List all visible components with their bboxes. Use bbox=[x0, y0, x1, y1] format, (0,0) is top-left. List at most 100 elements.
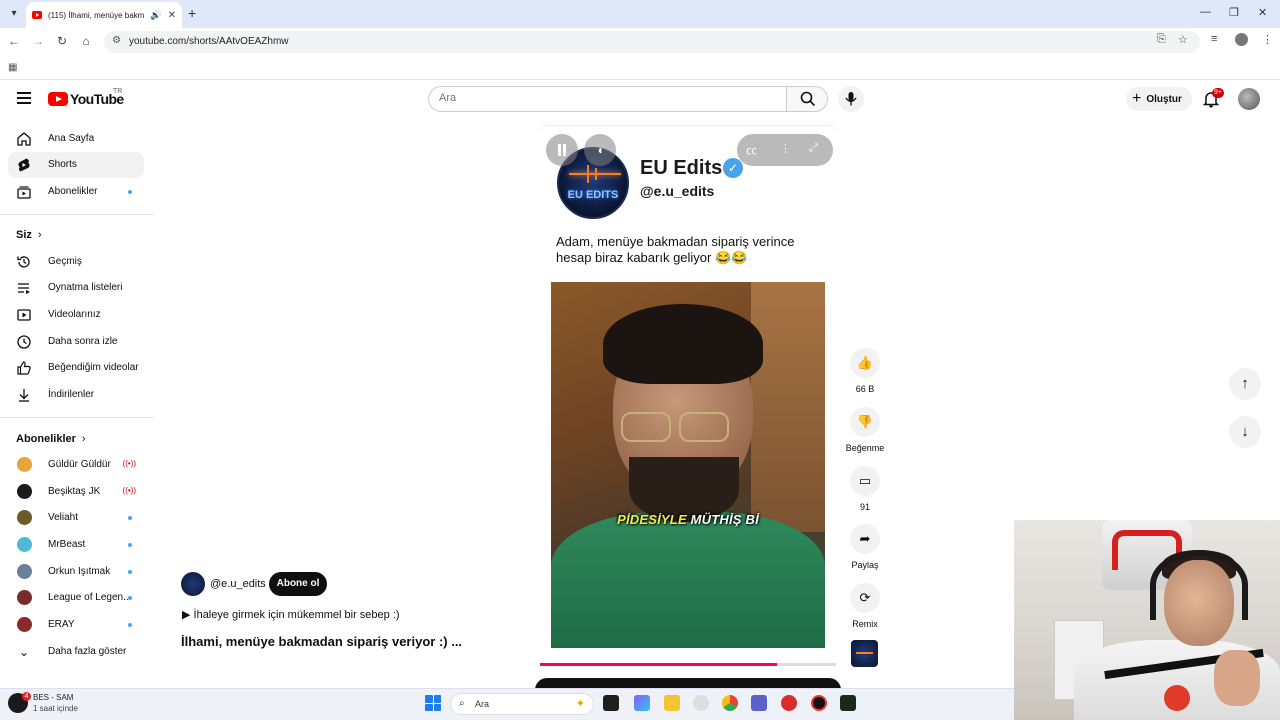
sidebar-item-label: Oynatma listeleri bbox=[48, 282, 123, 293]
create-button[interactable]: + Oluştur bbox=[1126, 87, 1192, 111]
sidebar-item-your-videos[interactable]: Videolarınız bbox=[8, 302, 144, 328]
app-icon[interactable] bbox=[693, 695, 709, 711]
sidebar-item-downloads[interactable]: İndirilenler bbox=[8, 382, 144, 408]
minimize-button[interactable]: — bbox=[1200, 6, 1211, 18]
task-view-icon[interactable] bbox=[603, 695, 619, 711]
soundwave-icon bbox=[569, 165, 621, 183]
more-options-icon[interactable]: ⋮ bbox=[780, 142, 791, 155]
taskbar-search[interactable]: ⌕ Ara ✦ bbox=[450, 693, 594, 715]
teams-icon[interactable] bbox=[751, 695, 767, 711]
previous-short-button[interactable]: ↑ bbox=[1229, 368, 1261, 400]
back-button[interactable]: ← bbox=[6, 34, 22, 48]
new-tab-button[interactable]: + bbox=[188, 5, 196, 21]
reload-button[interactable]: ↻ bbox=[54, 34, 70, 48]
menu-icon[interactable] bbox=[17, 92, 31, 104]
address-bar[interactable]: ⚙ youtube.com/shorts/AAtvOEAZhmw bbox=[104, 31, 1200, 53]
live-icon: ((•)) bbox=[122, 459, 136, 468]
sidebar-item-watch-later[interactable]: Daha sonra izle bbox=[8, 329, 144, 355]
close-tab-icon[interactable]: ✕ bbox=[168, 10, 176, 21]
recording-app-icon[interactable] bbox=[781, 695, 797, 711]
sidebar-item-channel[interactable]: Beşiktaş JK ((•)) bbox=[8, 479, 144, 505]
pause-button[interactable] bbox=[546, 134, 578, 166]
site-info-icon[interactable]: ⚙ bbox=[112, 35, 121, 46]
sound-source-thumbnail[interactable] bbox=[851, 640, 878, 667]
sidebar-item-channel[interactable]: League of Legen... bbox=[8, 585, 144, 611]
subscribe-button[interactable]: Abone ol bbox=[269, 572, 327, 596]
new-content-dot bbox=[128, 543, 132, 547]
sidebar-item-label: Geçmiş bbox=[48, 256, 82, 267]
short-channel-name: EU Edits bbox=[640, 157, 723, 179]
taskbar-search-placeholder: Ara bbox=[475, 699, 490, 709]
comments-button[interactable]: ▭ 91 bbox=[840, 466, 890, 512]
chrome-icon[interactable] bbox=[722, 695, 738, 711]
sidebar-item-label: Shorts bbox=[48, 159, 77, 170]
bookmark-star-icon[interactable]: ☆ bbox=[1178, 33, 1188, 46]
sidebar-item-channel[interactable]: ERAY bbox=[8, 612, 144, 638]
meta-channel-handle[interactable]: @e.u_edits bbox=[210, 578, 266, 590]
close-window-button[interactable]: ✕ bbox=[1258, 6, 1267, 19]
history-icon bbox=[17, 256, 30, 268]
fullscreen-icon[interactable]: ⤢ bbox=[809, 142, 818, 155]
comment-icon: ▭ bbox=[850, 466, 880, 496]
sidebar-item-home[interactable]: Ana Sayfa bbox=[8, 126, 144, 152]
sidebar-show-more[interactable]: ⌄ Daha fazla göster bbox=[8, 639, 144, 665]
browser-tab[interactable]: (115) İlhami, menüye bakm... 🔊 ✕ bbox=[26, 2, 182, 28]
sidebar-item-history[interactable]: Geçmiş bbox=[8, 249, 144, 275]
notifications-button[interactable]: 9+ bbox=[1202, 88, 1224, 110]
progress-bar[interactable] bbox=[540, 663, 836, 666]
search-input[interactable] bbox=[439, 92, 769, 104]
windows-start-icon[interactable] bbox=[425, 695, 441, 711]
jersey-sponsor-logo bbox=[1164, 685, 1190, 711]
you-section-heading[interactable]: Siz › bbox=[16, 229, 42, 241]
dislike-label: Beğenme bbox=[845, 443, 885, 453]
file-explorer-icon[interactable] bbox=[664, 695, 680, 711]
speaker-icon[interactable]: 🔊 bbox=[150, 10, 161, 21]
apps-grid-icon[interactable]: ▦ bbox=[8, 62, 17, 73]
forward-button[interactable]: → bbox=[30, 34, 46, 48]
video-title[interactable]: İlhami, menüye bakmadan sipariş veriyor … bbox=[181, 634, 462, 649]
obs-icon[interactable] bbox=[811, 695, 827, 711]
tab-search-icon[interactable]: ▾ bbox=[6, 6, 22, 22]
subscriptions-heading[interactable]: Abonelikler › bbox=[16, 433, 86, 445]
url-text: youtube.com/shorts/AAtvOEAZhmw bbox=[129, 36, 289, 47]
channel-avatar[interactable] bbox=[181, 572, 205, 596]
remix-icon: ⟳ bbox=[850, 583, 880, 613]
video-description[interactable]: ▶ İhaleye girmek için mükemmel bir sebep… bbox=[182, 608, 400, 621]
remix-button[interactable]: ⟳ Remix bbox=[840, 583, 890, 629]
voice-search-button[interactable] bbox=[838, 86, 864, 112]
new-content-dot bbox=[128, 516, 132, 520]
share-button[interactable]: ➦ Paylaş bbox=[840, 524, 890, 570]
volume-button[interactable]: ◖ bbox=[584, 134, 616, 166]
thumbs-down-icon: 👎 bbox=[850, 407, 880, 437]
sidebar-item-shorts[interactable]: Shorts bbox=[8, 152, 144, 178]
sidebar-item-subscriptions[interactable]: Abonelikler bbox=[8, 179, 144, 205]
install-app-icon[interactable]: ⎘ bbox=[1157, 33, 1166, 46]
search-button[interactable] bbox=[786, 86, 828, 112]
home-button[interactable]: ⌂ bbox=[78, 34, 94, 48]
youtube-logo[interactable]: YouTube TR bbox=[48, 88, 124, 107]
profile-avatar[interactable] bbox=[1235, 33, 1248, 46]
sidebar-item-channel[interactable]: Veliaht bbox=[8, 505, 144, 531]
subtitle-rest: MÜTHİŞ Bİ bbox=[690, 512, 759, 527]
captions-icon[interactable]: ㏄ bbox=[746, 142, 757, 158]
copilot-icon[interactable] bbox=[634, 695, 650, 711]
sidebar-item-channel[interactable]: Güldür Güldür ((•)) bbox=[8, 452, 144, 478]
like-count: 66 B bbox=[855, 384, 875, 394]
reading-list-icon[interactable]: ≡ bbox=[1211, 33, 1217, 45]
channel-avatar bbox=[17, 617, 32, 632]
like-button[interactable]: 👍 66 B bbox=[840, 348, 890, 394]
next-short-button[interactable]: ↓ bbox=[1229, 416, 1261, 448]
sidebar-item-liked-videos[interactable]: Beğendiğim videolar bbox=[8, 355, 144, 381]
game-launcher-icon[interactable] bbox=[840, 695, 856, 711]
sidebar-item-channel[interactable]: Orkun Işıtmak bbox=[8, 559, 144, 585]
restore-button[interactable]: ❐ bbox=[1229, 6, 1239, 19]
comment-count: 91 bbox=[859, 502, 870, 512]
sidebar-item-channel[interactable]: MrBeast bbox=[8, 532, 144, 558]
dislike-button[interactable]: 👎 Beğenme bbox=[840, 407, 890, 453]
account-avatar[interactable] bbox=[1238, 88, 1260, 110]
browser-menu-icon[interactable]: ⋮ bbox=[1262, 33, 1273, 46]
sidebar-item-playlists[interactable]: Oynatma listeleri bbox=[8, 275, 144, 301]
sports-widget-title[interactable]: BES - SAM bbox=[33, 693, 73, 702]
short-video[interactable]: PİDESİYLE MÜTHİŞ Bİ bbox=[551, 282, 825, 648]
new-content-dot bbox=[128, 190, 132, 194]
